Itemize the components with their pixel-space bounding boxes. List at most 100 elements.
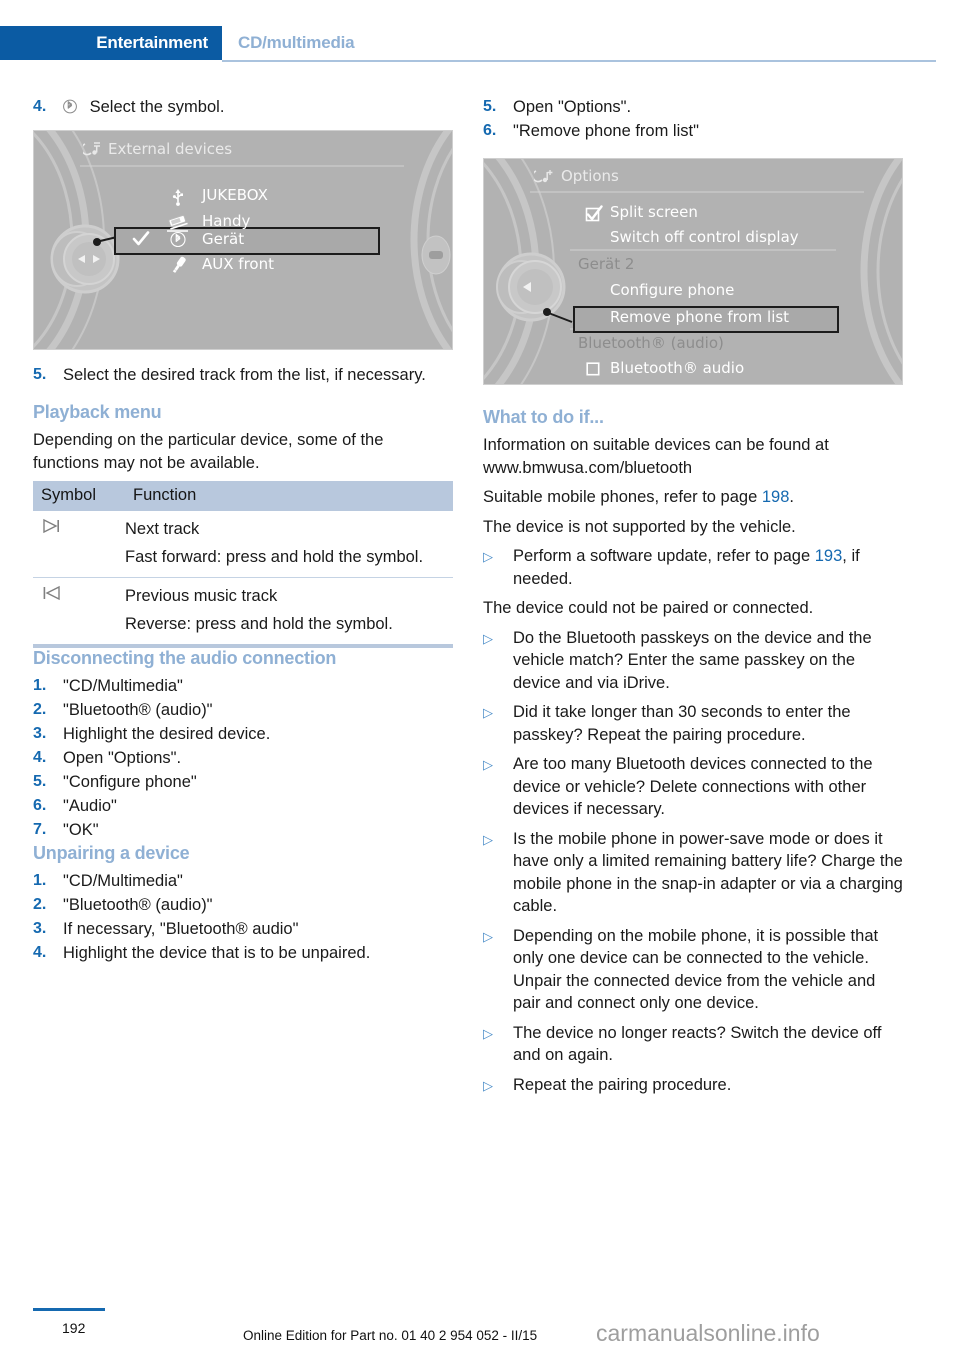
menu-item-selected[interactable]: Remove phone from list bbox=[610, 308, 789, 326]
multimedia-options-icon bbox=[531, 168, 554, 190]
triangle-bullet-icon: ▷ bbox=[483, 705, 493, 720]
step-text: If necessary, "Bluetooth® audio" bbox=[63, 920, 299, 938]
step-item: 2. "Bluetooth® (audio)" bbox=[33, 699, 453, 721]
heading-unpairing: Unpairing a device bbox=[33, 843, 190, 863]
step-text: "CD/Multimedia" bbox=[63, 872, 183, 890]
bullet-item: ▷ Depending on the mobile phone, it is p… bbox=[483, 925, 903, 1015]
step-item: 3. If necessary, "Bluetooth® audio" bbox=[33, 918, 453, 940]
function-title: Next track bbox=[125, 520, 200, 538]
step-number: 1. bbox=[33, 677, 47, 694]
tab-entertainment[interactable]: Entertainment bbox=[0, 26, 222, 60]
step-item: 4. Open "Options". bbox=[33, 747, 453, 769]
bullet-text: Repeat the pairing procedure. bbox=[513, 1075, 732, 1094]
triangle-bullet-icon: ▷ bbox=[483, 1077, 493, 1093]
bullet-item: ▷ Do the Bluetooth passkeys on the devic… bbox=[483, 627, 903, 695]
page-reference-198[interactable]: 198 bbox=[762, 488, 790, 506]
bullet-text: Do the Bluetooth passkeys on the device … bbox=[513, 628, 872, 692]
step-item: 1. "CD/Multimedia" bbox=[33, 870, 453, 892]
menu-group-heading: Gerät 2 bbox=[578, 255, 635, 273]
table-row: Previous music track Reverse: press and … bbox=[33, 577, 453, 648]
bullet-text: The device no longer reacts? Switch the … bbox=[513, 1023, 882, 1065]
not-paired-text: The device could not be paired or connec… bbox=[483, 599, 814, 617]
suitable-phones-paragraph: Suitable mobile phones, refer to page 19… bbox=[483, 486, 903, 509]
step-item: 5. Open "Options". bbox=[483, 96, 903, 118]
unpairing-steps: 1. "CD/Multimedia" 2. "Bluetooth® (audio… bbox=[33, 870, 453, 964]
aux-jack-icon bbox=[168, 255, 190, 280]
right-column: 5. Open "Options". 6. "Remove phone from… bbox=[483, 96, 903, 1104]
step-number: 2. bbox=[33, 896, 47, 913]
bullet-text: Is the mobile phone in power-save mode o… bbox=[513, 829, 903, 916]
bullet-item: ▷ Perform a software update, refer to pa… bbox=[483, 545, 903, 590]
playback-menu-intro: Depending on the particular device, some… bbox=[33, 431, 384, 472]
step-item: 4. Select the symbol. bbox=[33, 96, 453, 118]
left-column: 4. Select the symbol. External devices J… bbox=[33, 96, 453, 966]
checkbox-unchecked-icon bbox=[586, 362, 600, 381]
heading-disconnecting: Disconnecting the audio connection bbox=[33, 648, 337, 668]
selected-row-highlight bbox=[114, 227, 380, 255]
step-text: Highlight the desired device. bbox=[63, 725, 271, 743]
not-supported-text: The device is not supported by the vehic… bbox=[483, 517, 796, 536]
bluetooth-icon bbox=[63, 96, 85, 118]
menu-item[interactable]: Split screen bbox=[610, 203, 698, 221]
table-header-row: Symbol Function bbox=[33, 481, 453, 511]
step-number: 5. bbox=[483, 98, 497, 115]
menu-item[interactable]: Switch off control display bbox=[610, 228, 799, 246]
bullet-item: ▷ Are too many Bluetooth devices connect… bbox=[483, 753, 903, 821]
multimedia-icon bbox=[80, 141, 102, 162]
software-update-text: Perform a software update, refer to page bbox=[513, 547, 815, 565]
cell-function: Previous music track Reverse: press and … bbox=[125, 577, 453, 648]
step-text: "CD/Multimedia" bbox=[63, 677, 183, 695]
page-number: 192 bbox=[62, 1320, 86, 1336]
bullet-item: ▷ Is the mobile phone in power-save mode… bbox=[483, 828, 903, 918]
step-label: Select the symbol. bbox=[89, 98, 225, 116]
bullet-text: Depending on the mobile phone, it is pos… bbox=[513, 926, 879, 1013]
screen-title: External devices bbox=[108, 140, 233, 158]
list-item[interactable]: Handy bbox=[202, 212, 250, 230]
tab-cd-multimedia[interactable]: CD/multimedia bbox=[238, 26, 355, 60]
step-text: "Configure phone" bbox=[63, 773, 197, 791]
step-text: Open "Options". bbox=[513, 98, 632, 116]
triangle-bullet-icon: ▷ bbox=[483, 928, 493, 944]
page-reference-193[interactable]: 193 bbox=[815, 547, 843, 565]
step-item: 2. "Bluetooth® (audio)" bbox=[33, 894, 453, 916]
menu-item[interactable]: Bluetooth® audio bbox=[610, 359, 744, 377]
next-track-icon bbox=[41, 518, 65, 538]
step-item: 3. Highlight the desired device. bbox=[33, 723, 453, 745]
cell-function: Next track Fast forward: press and hold … bbox=[125, 511, 453, 578]
list-item[interactable]: AUX front bbox=[202, 255, 274, 273]
step-number: 6. bbox=[33, 797, 47, 814]
bullet-text: Perform a software update, refer to page… bbox=[513, 545, 903, 590]
step-number: 3. bbox=[33, 725, 47, 742]
checkbox-checked-icon bbox=[585, 205, 603, 228]
list-item[interactable]: JUKEBOX bbox=[202, 186, 268, 204]
step-item: 6. "Audio" bbox=[33, 795, 453, 817]
step-text: "Remove phone from list" bbox=[513, 122, 699, 140]
list-item[interactable]: Gerät bbox=[202, 230, 244, 248]
step-text: Select the desired track from the list, … bbox=[63, 366, 426, 384]
menu-item[interactable]: Configure phone bbox=[610, 281, 734, 299]
footer-divider bbox=[33, 1308, 105, 1311]
step-text: Highlight the device that is to be unpai… bbox=[63, 944, 371, 962]
check-icon bbox=[132, 230, 150, 253]
step-text: "Bluetooth® (audio)" bbox=[63, 701, 213, 719]
info-paragraph: Information on suitable devices can be f… bbox=[483, 436, 829, 477]
triangle-bullet-icon: ▷ bbox=[483, 549, 493, 564]
triangle-bullet-icon: ▷ bbox=[483, 831, 493, 847]
suitable-phones-text: Suitable mobile phones, refer to page bbox=[483, 488, 762, 506]
step-text: Select the symbol. bbox=[63, 96, 453, 118]
step-number: 2. bbox=[33, 701, 47, 718]
function-detail: Reverse: press and hold the symbol. bbox=[125, 614, 393, 633]
bullet-text: Did it take longer than 30 seconds to en… bbox=[513, 703, 851, 744]
bullet-text: Are too many Bluetooth devices connected… bbox=[513, 755, 873, 818]
header-divider bbox=[222, 60, 936, 62]
step-number: 5. bbox=[33, 366, 47, 383]
column-header-function: Function bbox=[125, 481, 453, 511]
step-text: "Audio" bbox=[63, 797, 117, 815]
disconnecting-steps: 1. "CD/Multimedia" 2. "Bluetooth® (audio… bbox=[33, 675, 453, 841]
step-text: "OK" bbox=[63, 821, 99, 839]
suitable-phones-suffix: . bbox=[789, 488, 794, 506]
step-item: 4. Highlight the device that is to be un… bbox=[33, 942, 453, 964]
step-number: 1. bbox=[33, 872, 47, 889]
options-screenshot: Options Split screen Switch off control … bbox=[483, 158, 903, 385]
triangle-bullet-icon: ▷ bbox=[483, 1025, 493, 1041]
